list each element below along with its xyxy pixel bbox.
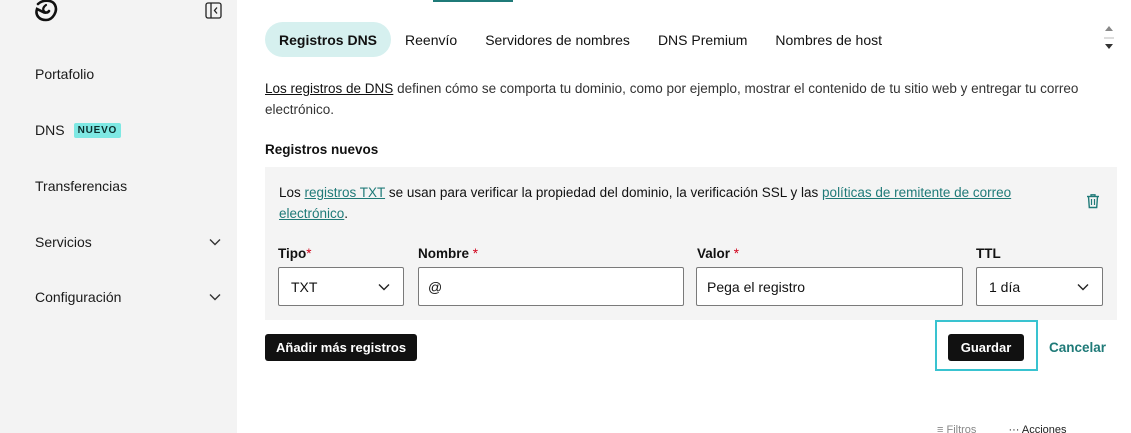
godaddy-logo-icon[interactable] — [34, 0, 58, 22]
required-mark: * — [472, 246, 479, 261]
txt-records-link[interactable]: registros TXT — [305, 185, 386, 200]
chevron-down-icon — [378, 283, 390, 290]
collapse-sidebar-icon[interactable] — [205, 2, 222, 19]
required-mark: * — [733, 246, 740, 261]
info-text: se usan para verificar la propiedad del … — [385, 185, 823, 200]
cancel-button[interactable]: Cancelar — [1049, 334, 1106, 361]
sidebar-item-dns[interactable]: DNS NUEVO — [35, 122, 122, 138]
trash-icon[interactable] — [1085, 193, 1101, 209]
actions-label: Acciones — [1021, 424, 1067, 433]
tipo-select[interactable]: TXT — [278, 267, 404, 306]
chevron-down-icon — [209, 294, 221, 301]
chevron-down-icon — [1077, 283, 1089, 290]
new-badge: NUEVO — [73, 122, 122, 138]
valor-label: Valor * — [697, 246, 739, 261]
tab-reenvio[interactable]: Reenvío — [391, 22, 471, 57]
valor-input[interactable]: Pega el registro — [696, 267, 963, 306]
tab-indicator — [433, 0, 513, 2]
ttl-select[interactable]: 1 día — [976, 267, 1103, 306]
ttl-value: 1 día — [989, 278, 1021, 295]
info-text: Los — [279, 185, 305, 200]
tipo-value: TXT — [291, 278, 318, 295]
sidebar-item-transferencias[interactable]: Transferencias — [35, 178, 127, 194]
sidebar-item-label: Servicios — [35, 234, 92, 250]
sidebar-item-portafolio[interactable]: Portafolio — [35, 66, 94, 82]
label-text: Nombre — [418, 246, 473, 261]
sidebar-item-label: Configuración — [35, 289, 122, 305]
nombre-label: Nombre * — [418, 246, 478, 261]
filters-label: Filtros — [946, 424, 977, 433]
dns-tabs: Registros DNS Reenvío Servidores de nomb… — [265, 22, 896, 57]
tab-registros-dns[interactable]: Registros DNS — [265, 22, 392, 57]
sidebar: Portafolio DNS NUEVO Transferencias Serv… — [0, 0, 237, 433]
add-more-records-button[interactable]: Añadir más registros — [265, 334, 418, 361]
sidebar-item-servicios[interactable]: Servicios — [35, 234, 222, 250]
save-button[interactable]: Guardar — [948, 334, 1024, 361]
info-text: . — [344, 206, 349, 221]
tab-nombres-de-host[interactable]: Nombres de host — [761, 22, 896, 57]
nombre-input[interactable]: @ — [418, 267, 684, 306]
ttl-label: TTL — [976, 246, 1001, 261]
tab-dns-premium[interactable]: DNS Premium — [644, 22, 761, 57]
tipo-label: Tipo* — [278, 246, 312, 261]
new-record-card: Los registros TXT se usan para verificar… — [265, 167, 1117, 320]
valor-placeholder: Pega el registro — [707, 278, 806, 295]
required-mark: * — [306, 246, 312, 261]
filters-button[interactable]: ≡ Filtros — [937, 424, 976, 433]
tab-servidores-de-nombres[interactable]: Servidores de nombres — [471, 22, 644, 57]
record-info-text: Los registros TXT se usan para verificar… — [279, 182, 1059, 224]
dns-records-link[interactable]: Los registros de DNS — [265, 81, 393, 96]
label-text: TTL — [976, 246, 1001, 261]
chevron-down-icon — [209, 239, 221, 246]
section-title: Registros nuevos — [265, 142, 379, 157]
sidebar-item-configuracion[interactable]: Configuración — [35, 289, 222, 305]
actions-button[interactable]: ··· Acciones — [1008, 424, 1066, 433]
label-text: Tipo — [278, 246, 307, 261]
sidebar-item-label: Portafolio — [35, 66, 95, 82]
sidebar-item-label: Transferencias — [35, 178, 128, 194]
nombre-value: @ — [428, 278, 443, 295]
tabs-scroll-icon[interactable] — [1103, 22, 1115, 54]
intro-text: Los registros de DNS definen cómo se com… — [265, 78, 1125, 120]
label-text: Valor — [697, 246, 734, 261]
sidebar-item-label: DNS — [35, 122, 65, 138]
main-content: Registros DNS Reenvío Servidores de nomb… — [237, 0, 1131, 433]
table-toolbar: ≡ Filtros ··· Acciones — [937, 424, 1067, 433]
